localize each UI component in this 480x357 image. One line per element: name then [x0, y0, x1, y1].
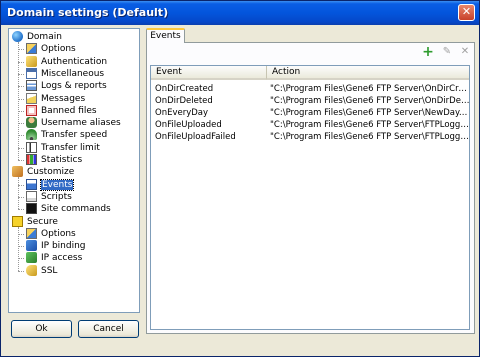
domain-settings-dialog: Domain settings (Default) ✕ Domain Option… — [0, 0, 480, 357]
table-row[interactable]: OnDirDeleted "C:\Program Files\Gene6 FTP … — [151, 95, 470, 107]
statistics-icon — [26, 154, 37, 165]
event-action-cell: "C:\Program Files\Gene6 FTP Server\FTPLo… — [270, 120, 470, 130]
delete-event-button[interactable]: ✕ — [459, 46, 471, 58]
column-header-action[interactable]: Action — [267, 66, 469, 80]
globe-icon — [12, 31, 23, 42]
tree-item-miscellaneous[interactable]: Miscellaneous — [26, 67, 105, 80]
tree-connector — [18, 160, 24, 161]
tree-item-logs-reports[interactable]: Logs & reports — [26, 80, 107, 92]
options-icon — [26, 43, 37, 55]
tree-item-label: Site commands — [41, 204, 111, 215]
tree-item-authentication[interactable]: Authentication — [26, 55, 108, 68]
tree-item-label: IP binding — [41, 241, 86, 252]
tree-item-options[interactable]: Options — [26, 43, 76, 55]
tree-item-messages[interactable]: Messages — [26, 92, 86, 105]
tree-item-statistics[interactable]: Statistics — [26, 154, 82, 166]
key-icon — [26, 55, 37, 67]
add-event-button[interactable]: + — [422, 44, 434, 60]
event-action-cell: "C:\Program Files\Gene6 FTP Server\OnDir… — [270, 84, 470, 94]
messages-icon — [26, 92, 37, 104]
ok-button[interactable]: Ok — [11, 320, 72, 338]
banned-files-icon — [26, 104, 37, 116]
edit-event-button[interactable]: ✎ — [441, 46, 453, 58]
tree-item-label: Transfer limit — [41, 142, 100, 153]
tree-group-label: Secure — [27, 216, 58, 227]
event-name-cell: OnFileUploadFailed — [155, 132, 236, 142]
pencil-icon: ✎ — [442, 46, 452, 57]
tree-item-label: Authentication — [41, 56, 108, 67]
close-button[interactable]: ✕ — [458, 4, 475, 21]
table-row[interactable]: OnEveryDay "C:\Program Files\Gene6 FTP Se… — [151, 107, 470, 119]
tree-item-label: Options — [41, 228, 76, 239]
scripts-icon — [26, 190, 37, 202]
tree-item-ip-access[interactable]: IP access — [26, 252, 82, 264]
tree-item-label: Events — [39, 178, 75, 191]
event-name-cell: OnEveryDay — [155, 108, 209, 118]
tree-item-site-commands[interactable]: Site commands — [26, 203, 111, 215]
tree-item-label: Miscellaneous — [41, 68, 105, 79]
event-action-cell: "C:\Program Files\Gene6 FTP Server\FTPLo… — [270, 132, 470, 142]
tree-item-label: Statistics — [41, 155, 83, 165]
tree-item-label: Logs & reports — [41, 81, 107, 92]
tree-item-banned-files[interactable]: Banned files — [26, 104, 97, 117]
settings-tree[interactable]: Domain Options Authentication Miscellaneous… — [8, 28, 140, 313]
ip-binding-icon — [26, 240, 37, 252]
user-alias-icon — [26, 117, 37, 129]
event-action-cell: "C:\Program Files\Gene6 FTP Server\NewDa… — [270, 108, 470, 118]
tree-connector — [18, 270, 24, 272]
tree-item-events[interactable]: Events — [26, 178, 75, 191]
ip-access-icon — [26, 252, 37, 264]
tree-connector — [18, 177, 19, 210]
tree-item-label: Scripts — [41, 191, 72, 202]
window-title: Domain settings (Default) — [7, 6, 169, 19]
event-name-cell: OnDirDeleted — [155, 96, 213, 106]
tree-connector — [18, 209, 24, 211]
tree-item-transfer-speed[interactable]: Transfer speed — [26, 129, 107, 141]
tree-item-scripts[interactable]: Scripts — [26, 190, 72, 203]
tree-item-label: SSL — [41, 265, 58, 276]
secure-icon — [12, 215, 23, 227]
event-name-cell: OnFileUploaded — [155, 120, 222, 130]
cancel-button[interactable]: Cancel — [78, 320, 139, 338]
console-icon — [26, 203, 37, 215]
misc-icon — [26, 67, 37, 79]
delete-icon: ✕ — [460, 46, 470, 57]
table-row[interactable]: OnFileUploaded "C:\Program Files\Gene6 FT… — [151, 119, 470, 131]
tree-item-options[interactable]: Options — [26, 227, 76, 240]
logs-icon — [26, 80, 37, 92]
tree-item-label: Transfer speed — [41, 130, 108, 141]
title-bar[interactable]: Domain settings (Default) ✕ — [1, 1, 479, 25]
tree-item-label: Options — [41, 44, 76, 55]
tree-connector — [18, 226, 19, 271]
tree-item-label: IP access — [41, 253, 83, 264]
transfer-limit-icon — [26, 141, 37, 153]
tree-group-label: Customize — [27, 167, 75, 178]
column-header-event[interactable]: Event — [151, 66, 267, 80]
tree-item-label: Username aliases — [41, 118, 121, 129]
tree-item-ssl[interactable]: SSL — [26, 264, 58, 277]
tree-connector — [18, 42, 19, 160]
tree-item-transfer-limit[interactable]: Transfer limit — [26, 141, 100, 154]
event-action-cell: "C:\Program Files\Gene6 FTP Server\OnDir… — [270, 96, 470, 106]
add-icon: + — [422, 44, 434, 60]
tab-events[interactable]: Events — [146, 28, 185, 43]
tree-group-domain[interactable]: Domain — [12, 31, 62, 43]
event-name-cell: OnDirCreated — [155, 84, 214, 94]
table-row[interactable]: OnFileUploadFailed "C:\Program Files\Gene… — [151, 131, 470, 143]
tree-group-label: Domain — [27, 32, 62, 42]
options-icon — [26, 227, 37, 239]
tree-group-customize[interactable]: Customize — [12, 166, 74, 178]
tree-item-username-aliases[interactable]: Username aliases — [26, 117, 121, 129]
tree-item-ip-binding[interactable]: IP binding — [26, 240, 86, 252]
table-row[interactable]: OnDirCreated "C:\Program Files\Gene6 FTP … — [151, 83, 470, 95]
tree-item-label: Banned files — [41, 105, 97, 116]
events-list[interactable]: Event Action OnDirCreated "C:\Program Fil… — [150, 65, 470, 330]
speed-gauge-icon — [26, 129, 37, 141]
events-icon — [26, 178, 37, 190]
customize-icon — [12, 166, 23, 178]
ssl-key-icon — [26, 264, 37, 276]
tree-item-label: Messages — [41, 93, 86, 104]
